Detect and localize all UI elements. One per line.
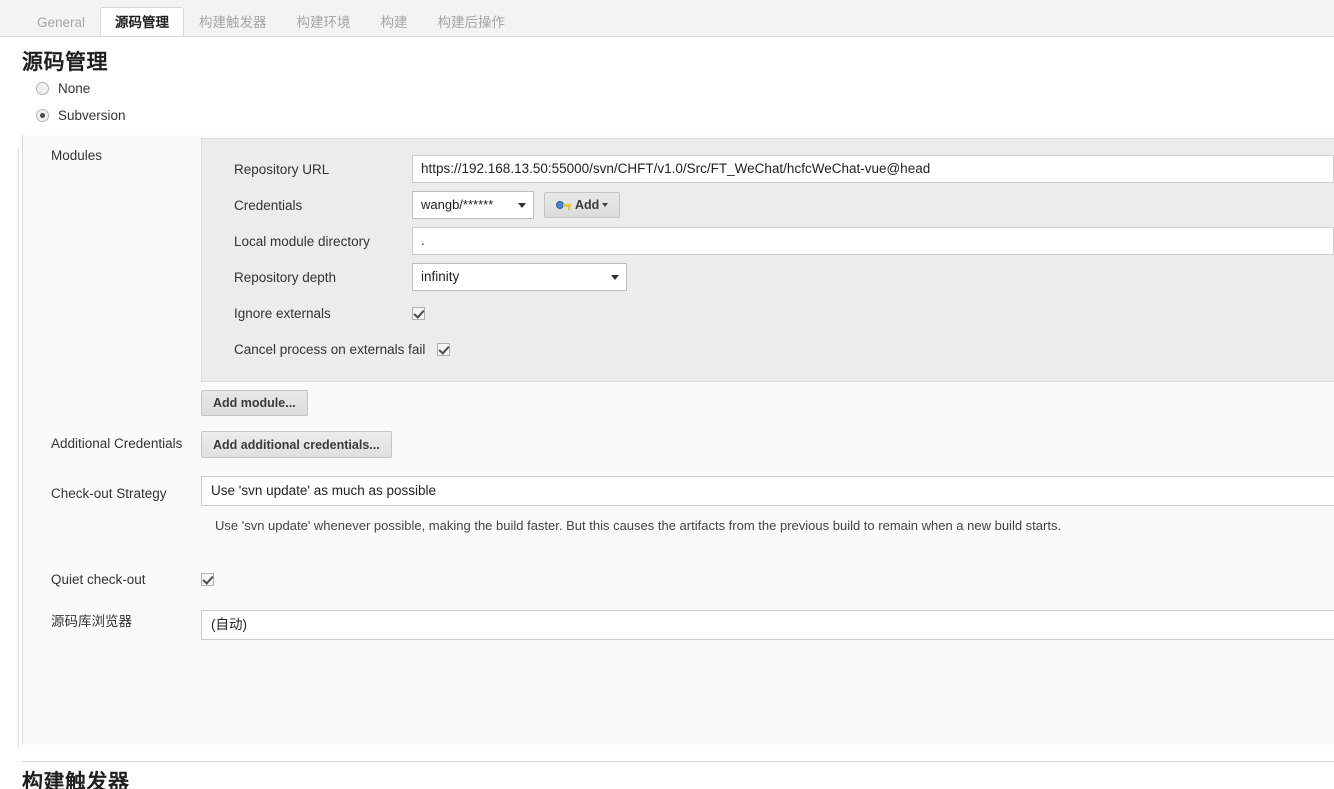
repository-url-input[interactable]: https://192.168.13.50:55000/svn/CHFT/v1.… xyxy=(412,155,1334,183)
add-additional-credentials-button[interactable]: Add additional credentials... xyxy=(201,431,392,458)
tab-source-code-management[interactable]: 源码管理 xyxy=(100,7,185,36)
checkout-strategy-select[interactable]: Use 'svn update' as much as possible xyxy=(201,476,1334,506)
additional-credentials-label: Additional Credentials xyxy=(51,436,183,451)
left-rail-divider xyxy=(18,148,19,748)
subversion-config-block: Modules Repository URL https://192.168.1… xyxy=(22,135,1334,745)
next-section-title: 构建触发器 xyxy=(22,771,130,789)
config-tab-bar: General 源码管理 构建触发器 构建环境 构建 构建后操作 xyxy=(0,0,1334,37)
ignore-externals-label: Ignore externals xyxy=(234,305,331,321)
scm-option-subversion-label: Subversion xyxy=(58,108,126,123)
checkout-strategy-row: Check-out Strategy Use 'svn update' as m… xyxy=(23,476,1334,535)
repository-browser-select[interactable]: (自动) xyxy=(201,610,1334,640)
modules-panel: Repository URL https://192.168.13.50:550… xyxy=(201,138,1334,382)
scm-option-none-label: None xyxy=(58,81,91,96)
ignore-externals-row: Ignore externals xyxy=(202,295,1334,331)
modules-label: Modules xyxy=(51,148,103,163)
chevron-down-icon xyxy=(611,275,619,280)
repository-url-label: Repository URL xyxy=(234,161,330,177)
quiet-checkout-row: Quiet check-out xyxy=(23,561,1334,591)
local-module-directory-label: Local module directory xyxy=(234,233,370,249)
tab-general[interactable]: General xyxy=(22,7,100,36)
radio-subversion[interactable] xyxy=(36,109,49,122)
radio-none[interactable] xyxy=(36,82,49,95)
credentials-label: Credentials xyxy=(234,197,303,213)
local-module-directory-row: Local module directory . xyxy=(202,223,1334,259)
local-module-directory-input[interactable]: . xyxy=(412,227,1334,255)
repository-depth-row: Repository depth infinity xyxy=(202,259,1334,295)
caret-down-icon xyxy=(602,203,609,207)
section-divider xyxy=(22,761,1334,762)
cancel-process-externals-row: Cancel process on externals fail xyxy=(202,331,1334,367)
add-credentials-label: Add xyxy=(575,198,600,212)
repository-url-row: Repository URL https://192.168.13.50:550… xyxy=(202,151,1334,187)
cancel-process-externals-label: Cancel process on externals fail xyxy=(234,341,426,357)
tab-post-build-actions[interactable]: 构建后操作 xyxy=(423,7,521,36)
jenkins-job-config-page: General 源码管理 构建触发器 构建环境 构建 构建后操作 源码管理 No… xyxy=(0,0,1334,789)
add-module-button[interactable]: Add module... xyxy=(201,390,308,416)
repository-depth-select[interactable]: infinity xyxy=(412,263,627,291)
tab-build-environment[interactable]: 构建环境 xyxy=(282,7,366,36)
tab-build-triggers[interactable]: 构建触发器 xyxy=(184,7,282,36)
credentials-select[interactable]: wangb/****** xyxy=(412,191,534,219)
chevron-down-icon xyxy=(518,203,526,208)
checkout-strategy-description: Use 'svn update' whenever possible, maki… xyxy=(215,518,1062,533)
quiet-checkout-checkbox[interactable] xyxy=(201,573,214,586)
scm-option-none[interactable]: None xyxy=(22,76,1334,101)
ignore-externals-checkbox[interactable] xyxy=(412,306,425,320)
page-title: 源码管理 xyxy=(22,51,108,74)
credentials-selected-value: wangb/****** xyxy=(421,197,494,212)
modules-row: Modules Repository URL https://192.168.1… xyxy=(23,135,1334,426)
checkout-strategy-label: Check-out Strategy xyxy=(51,486,167,501)
repository-depth-value: infinity xyxy=(421,269,460,284)
repository-browser-row: 源码库浏览器 (自动) xyxy=(23,603,1334,640)
cancel-process-externals-checkbox[interactable] xyxy=(437,342,451,356)
add-credentials-button[interactable]: Add xyxy=(544,192,621,218)
modules-body: Repository URL https://192.168.13.50:550… xyxy=(201,135,1334,426)
scm-option-subversion[interactable]: Subversion xyxy=(22,103,1334,128)
repository-browser-label: 源码库浏览器 xyxy=(51,614,132,629)
repository-depth-label: Repository depth xyxy=(234,269,337,285)
tab-build[interactable]: 构建 xyxy=(366,7,423,36)
key-icon xyxy=(556,200,571,210)
scm-form: None Subversion Modules Repository URL h… xyxy=(0,76,1334,745)
additional-credentials-row: Additional Credentials Add additional cr… xyxy=(23,426,1334,458)
credentials-row: Credentials wangb/****** Add xyxy=(202,187,1334,223)
quiet-checkout-label: Quiet check-out xyxy=(51,572,146,587)
